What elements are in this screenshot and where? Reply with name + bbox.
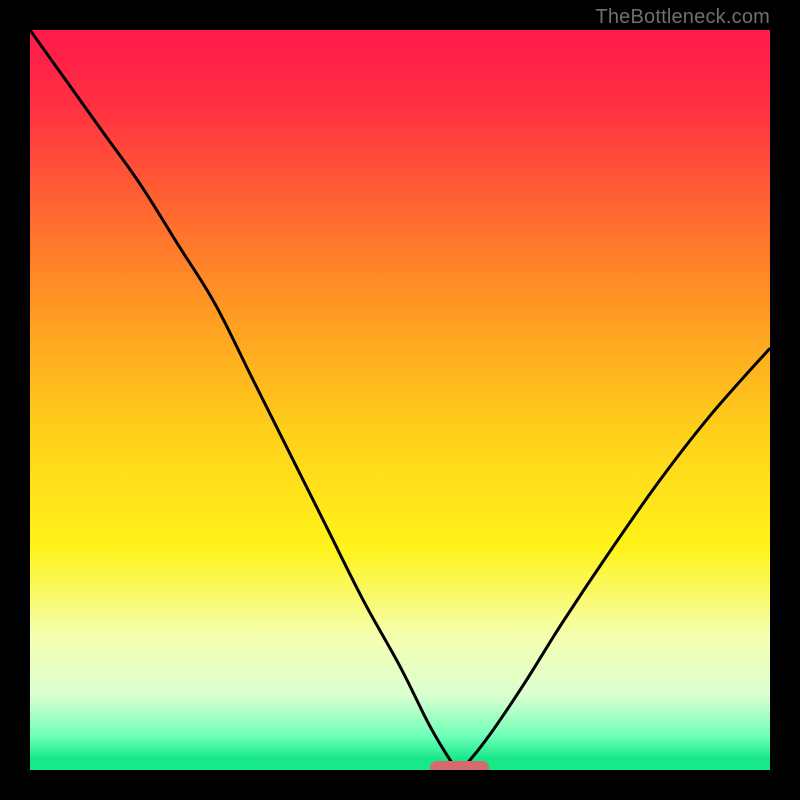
gradient-background [30, 30, 770, 770]
bottleneck-chart [30, 30, 770, 770]
watermark-text: TheBottleneck.com [595, 6, 770, 29]
chart-frame: TheBottleneck.com [0, 0, 800, 800]
plot-area [30, 30, 770, 770]
optimal-range-marker [430, 761, 489, 770]
